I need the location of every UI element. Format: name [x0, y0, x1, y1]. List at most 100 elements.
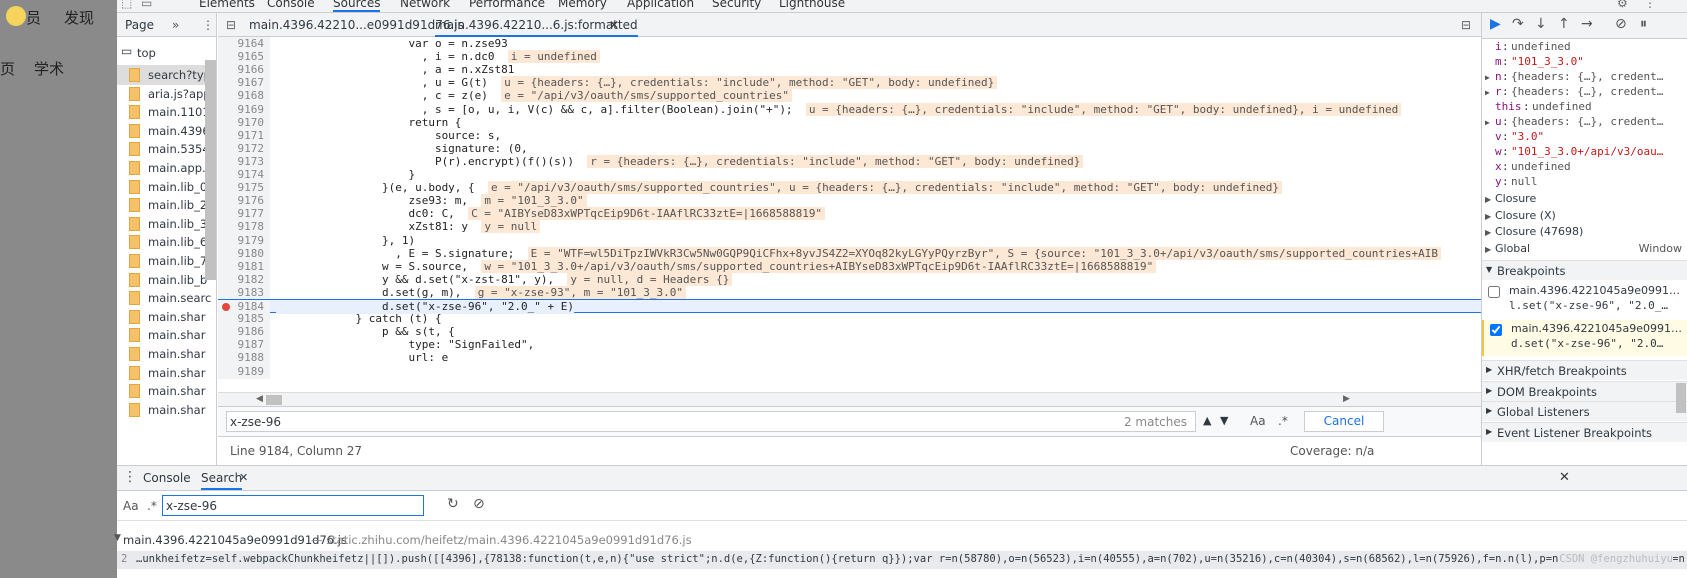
close-tab-icon[interactable]: ✕ — [609, 18, 619, 32]
code-line[interactable]: 9175 }(e, u.body, { e = "/api/v3/oauth/s… — [218, 181, 1481, 196]
tab-security[interactable]: Security — [712, 0, 761, 10]
find-input-box[interactable]: x-zse-96 2 matches — [226, 411, 1196, 432]
code-line[interactable]: 9173 P(r).encrypt)(f()(s)) r = {headers:… — [218, 154, 1481, 169]
file-item[interactable]: main.lib_3 — [117, 214, 216, 234]
code-line[interactable]: 9185 } catch (t) { — [218, 312, 1481, 327]
expand-icon[interactable]: ▶ — [1485, 212, 1491, 221]
line-number[interactable]: 9169 — [218, 102, 270, 117]
tab-sources[interactable]: Sources — [333, 0, 381, 12]
code-line[interactable]: 9182 y && d.set("x-zst-81", y), y = null… — [218, 272, 1481, 287]
sidebar-scrollbar[interactable] — [1676, 383, 1686, 413]
scope-variable[interactable]: y: null — [1482, 175, 1687, 191]
line-number[interactable]: 9175 — [218, 181, 270, 196]
file-item[interactable]: main.app. — [117, 158, 216, 178]
breakpoint-checkbox[interactable] — [1488, 286, 1500, 298]
expand-icon[interactable]: ▶ — [1485, 195, 1491, 204]
drawer-match-case-button[interactable]: Aa — [123, 499, 139, 513]
line-number[interactable]: 9182 — [218, 272, 270, 287]
code-area[interactable]: 9164 var o = n.zse93 9165 , i = n.dc0 i =… — [218, 37, 1481, 392]
line-number[interactable]: 9181 — [218, 259, 270, 274]
deactivate-breakpoints-icon[interactable]: ⊘ — [1615, 16, 1627, 32]
navigator-scrollbar[interactable] — [205, 60, 216, 280]
file-item[interactable]: main.5354 — [117, 139, 216, 159]
code-line[interactable]: 9176 zse93: m, m = "101_3_3.0" — [218, 194, 1481, 209]
tab-memory[interactable]: Memory — [558, 0, 607, 10]
file-item[interactable]: main.1101 — [117, 102, 216, 122]
line-number[interactable]: 9183 — [218, 285, 270, 300]
device-toolbar-icon[interactable]: ▭ — [141, 0, 152, 10]
code-line[interactable]: 9187 type: "SignFailed", — [218, 338, 1481, 353]
closure-item[interactable]: ▶ Closure (47698) — [1482, 225, 1687, 241]
line-number[interactable]: 9180 — [218, 246, 270, 261]
tab-elements[interactable]: Elements — [199, 0, 255, 10]
drawer-regex-button[interactable]: .* — [147, 499, 157, 513]
step-icon[interactable]: → — [1581, 16, 1593, 32]
resume-icon[interactable]: ▶ — [1490, 16, 1501, 32]
line-number[interactable]: 9171 — [218, 128, 270, 143]
editor-horizontal-scrollbar[interactable]: ◀ ▶ — [218, 392, 1481, 406]
scroll-thumb[interactable] — [266, 395, 282, 405]
scope-variable[interactable]: w: "101_3_3.0+/api/v3/oau… — [1482, 145, 1687, 161]
line-number[interactable]: 9188 — [218, 351, 270, 366]
tab-performance[interactable]: Performance — [469, 0, 545, 10]
code-line[interactable]: 9166 , a = n.xZst81 — [218, 63, 1481, 78]
expand-icon[interactable]: ▶ — [1485, 245, 1491, 254]
more-tabs-icon[interactable]: » — [172, 18, 179, 32]
expand-triangle-icon[interactable]: ▼ — [114, 533, 121, 543]
scroll-left-icon[interactable]: ◀ — [256, 394, 263, 404]
code-line[interactable]: 9171 source: s, — [218, 128, 1481, 143]
code-line[interactable]: 9184 d.set("x-zse-96", "2.0_" + E) — [218, 299, 1481, 314]
code-line[interactable]: 9188 url: e — [218, 351, 1481, 366]
search-result-line[interactable]: 2 …unkheifetz=self.webpackChunkheifetz||… — [117, 551, 1687, 569]
line-number[interactable]: 9187 — [218, 338, 270, 353]
step-out-icon[interactable]: ↑ — [1558, 16, 1570, 32]
match-case-button[interactable]: Aa — [1250, 414, 1266, 428]
line-number[interactable]: 9179 — [218, 233, 270, 248]
file-item[interactable]: main.searc — [117, 288, 216, 308]
closure-item[interactable]: ▶ Closure (X) — [1482, 209, 1687, 225]
toggle-debugger-icon[interactable]: ⊟ — [1461, 18, 1471, 32]
settings-gear-icon[interactable]: ⚙ — [1617, 0, 1628, 10]
code-line[interactable]: 9165 , i = n.dc0 i = undefined — [218, 50, 1481, 65]
scope-variable[interactable]: v: "3.0" — [1482, 130, 1687, 146]
code-line[interactable]: 9169 , s = [o, u, i, V(c) && c, a].filte… — [218, 102, 1481, 117]
file-item[interactable]: main.shar — [117, 307, 216, 327]
line-number[interactable]: 9168 — [218, 89, 270, 104]
find-prev-icon[interactable]: ▲ — [1203, 414, 1211, 427]
line-number[interactable]: 9177 — [218, 207, 270, 222]
code-line[interactable]: 9177 dc0: C, C = "AIBYseD83xWPTqcEip9D6t… — [218, 207, 1481, 222]
line-number[interactable]: 9174 — [218, 168, 270, 182]
drawer-search-input[interactable]: x-zse-96 — [166, 499, 217, 513]
file-item[interactable]: main.lib_0 — [117, 177, 216, 197]
navigator-menu-icon[interactable]: ⋮ — [202, 18, 214, 32]
close-drawer-icon[interactable]: ✕ — [1559, 470, 1570, 485]
breakpoint-checkbox[interactable] — [1490, 324, 1502, 336]
toggle-navigator-icon[interactable]: ⊟ — [226, 18, 236, 32]
refresh-icon[interactable]: ↻ — [447, 496, 459, 512]
code-line[interactable]: 9183 d.set(g, m), g = "x-zse-93", m = "1… — [218, 285, 1481, 300]
clear-icon[interactable]: ⊘ — [473, 496, 485, 512]
file-item[interactable]: main.lib_6 — [117, 232, 216, 252]
scope-variable[interactable]: this: undefined — [1482, 100, 1687, 116]
expand-icon[interactable]: ▶ — [1485, 118, 1490, 127]
code-line[interactable]: 9181 w = S.source, w = "101_3_3.0+/api/v… — [218, 259, 1481, 274]
sidebar-section[interactable]: ▶ Global Listeners — [1482, 401, 1687, 421]
file-item[interactable]: main.shar — [117, 400, 216, 420]
file-item[interactable]: main.4396 — [117, 121, 216, 141]
code-line[interactable]: 9178 xZst81: y y = null — [218, 220, 1481, 235]
line-number[interactable]: 9165 — [218, 50, 270, 65]
line-number[interactable]: 9186 — [218, 325, 270, 340]
file-item[interactable]: search?typ — [117, 65, 216, 85]
code-line[interactable]: 9164 var o = n.zse93 — [218, 37, 1481, 51]
breakpoint-item[interactable]: main.4396.4221045a9e0991… d.set("x-zse-96… — [1482, 320, 1687, 356]
drawer-tab-console[interactable]: Console — [143, 471, 191, 485]
cancel-button[interactable]: Cancel — [1304, 411, 1384, 432]
line-number[interactable]: 9170 — [218, 115, 270, 130]
tab-console[interactable]: Console — [267, 0, 315, 10]
line-number[interactable]: 9167 — [218, 76, 270, 91]
file-item[interactable]: main.shar — [117, 381, 216, 401]
scope-variable[interactable]: ▶ u: {headers: {…}, credent… — [1482, 115, 1687, 131]
more-menu-icon[interactable]: ⋮ — [1644, 0, 1656, 10]
drawer-menu-icon[interactable]: ⋮ — [123, 469, 137, 485]
closure-item[interactable]: ▶ Global Window — [1482, 242, 1687, 258]
